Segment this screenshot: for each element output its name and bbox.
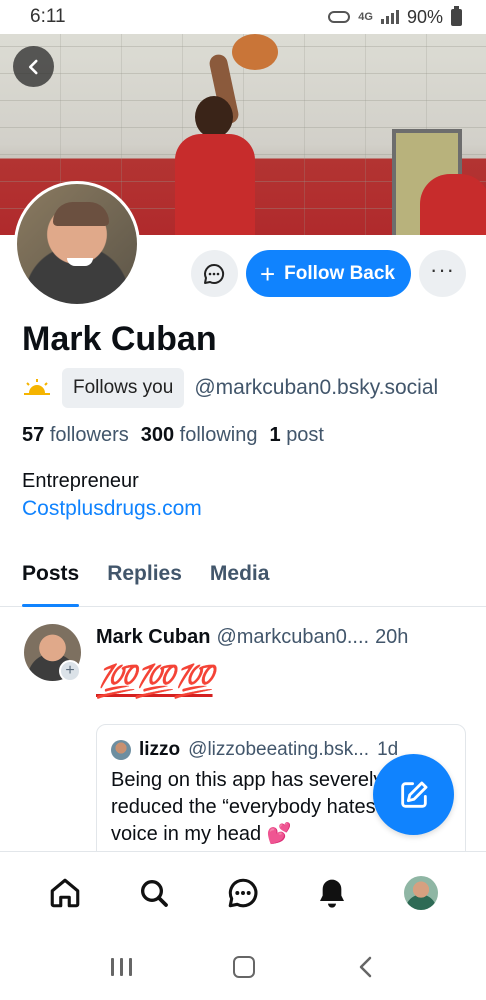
bottom-navigation <box>0 851 486 934</box>
home-icon <box>50 878 79 908</box>
post-author-handle[interactable]: @markcuban0.... <box>216 626 369 649</box>
pencil-square-icon <box>400 781 427 808</box>
nav-search[interactable] <box>129 868 179 918</box>
profile-name: Mark Cuban <box>22 320 217 358</box>
status-icons: 4G 90% <box>328 5 462 28</box>
quoted-author-name: lizzo <box>139 739 181 760</box>
follow-plus-icon[interactable]: + <box>59 660 81 682</box>
follow-back-button[interactable]: + Follow Back <box>245 250 411 297</box>
search-icon <box>140 880 168 907</box>
tab-replies[interactable]: Replies <box>107 552 182 606</box>
post-author-name[interactable]: Mark Cuban <box>96 626 210 649</box>
follow-back-label: Follow Back <box>284 262 395 284</box>
profile-actions: + Follow Back ··· <box>190 250 466 297</box>
following-link[interactable]: 300 following <box>141 424 258 447</box>
posts-count: 1 post <box>269 424 325 446</box>
system-navigation-bar <box>0 934 486 1000</box>
nav-profile[interactable] <box>396 868 446 918</box>
message-button[interactable] <box>190 250 238 297</box>
back-button[interactable] <box>13 46 54 87</box>
bell-icon <box>320 879 345 908</box>
followers-link[interactable]: 57 followers <box>22 424 129 447</box>
ellipsis-icon: ··· <box>430 256 455 282</box>
more-options-button[interactable]: ··· <box>419 250 466 297</box>
compose-button[interactable] <box>373 754 454 835</box>
post-timestamp[interactable]: 20h <box>375 626 408 649</box>
profile-tabs: Posts Replies Media <box>0 552 486 607</box>
avatar <box>404 876 439 910</box>
tab-media[interactable]: Media <box>210 552 270 606</box>
battery-icon <box>451 5 462 26</box>
chevron-left-icon <box>28 59 38 74</box>
profile-website-link[interactable]: Costplusdrugs.com <box>22 497 202 521</box>
quoted-author-avatar <box>111 740 131 760</box>
status-time: 6:11 <box>30 6 66 27</box>
tab-posts[interactable]: Posts <box>22 552 80 607</box>
nav-chat[interactable] <box>218 868 268 918</box>
follows-you-badge: Follows you <box>62 368 185 408</box>
battery-percent: 90% <box>406 6 443 27</box>
nav-notifications[interactable] <box>307 868 357 918</box>
home-button[interactable] <box>233 956 256 978</box>
quoted-author-handle: @lizzobeeating.bsk... <box>188 739 370 760</box>
post-content: 💯💯💯 <box>96 663 214 699</box>
signal-icon <box>380 10 399 24</box>
chat-bubble-icon <box>204 263 225 284</box>
chat-icon <box>228 878 258 908</box>
status-bar: 6:11 4G 90% <box>0 0 486 34</box>
post-header: Mark Cuban @markcuban0.... 20h <box>96 626 408 649</box>
profile-stats: 57 followers 300 following 1 post <box>22 424 324 447</box>
vpn-key-icon <box>328 11 351 23</box>
nav-home[interactable] <box>40 868 90 918</box>
recents-button[interactable] <box>110 958 132 976</box>
system-back-icon[interactable] <box>357 956 375 978</box>
profile-avatar[interactable] <box>14 181 140 307</box>
profile-bio: Entrepreneur <box>22 470 139 492</box>
profile-meta-row: Follows you @markcuban0.bsky.social <box>22 368 438 408</box>
new-account-sun-icon <box>24 379 50 395</box>
network-label: 4G <box>358 11 373 23</box>
profile-handle[interactable]: @markcuban0.bsky.social <box>194 376 438 400</box>
plus-icon: + <box>259 258 276 289</box>
